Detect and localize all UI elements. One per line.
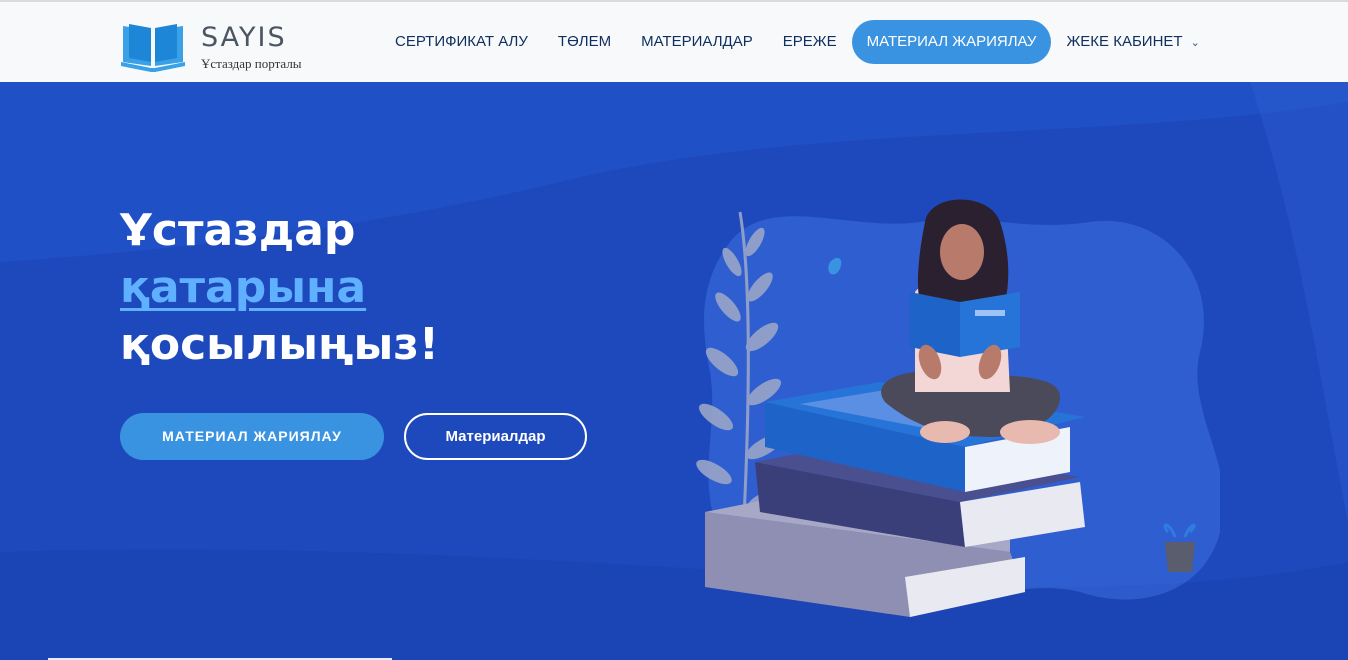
- nav-item-rules[interactable]: ЕРЕЖЕ: [768, 20, 852, 64]
- brand-name: SAYIS: [201, 22, 287, 53]
- nav-item-certificate[interactable]: СЕРТИФИКАТ АЛУ: [380, 20, 543, 64]
- hero-section: Ұстаздар қатарына қосылыңыз! МАТЕРИАЛ ЖА…: [0, 82, 1348, 660]
- nav-item-personal-cabinet-label: ЖЕКЕ КАБИНЕТ: [1066, 33, 1183, 50]
- headline-line-2-highlight: қатарына: [120, 262, 367, 313]
- chevron-down-icon: ⌄: [1190, 37, 1200, 49]
- open-book-icon: [121, 24, 185, 72]
- headline-line-1: Ұстаздар: [120, 205, 356, 256]
- site-header: SAYIS Ұстаздар порталы СЕРТИФИКАТ АЛУ ТӨ…: [0, 2, 1348, 82]
- woman-reading-on-books-illustration: [696, 199, 1220, 617]
- main-navigation: СЕРТИФИКАТ АЛУ ТӨЛЕМ МАТЕРИАЛДАР ЕРЕЖЕ М…: [380, 20, 1215, 64]
- hero-headline: Ұстаздар қатарына қосылыңыз!: [120, 202, 439, 373]
- materials-button[interactable]: Материалдар: [404, 413, 587, 460]
- brand-subtitle: Ұстаздар порталы: [201, 56, 302, 71]
- nav-item-personal-cabinet[interactable]: ЖЕКЕ КАБИНЕТ ⌄: [1051, 20, 1214, 64]
- nav-item-payment[interactable]: ТӨЛЕМ: [543, 20, 626, 64]
- nav-item-materials[interactable]: МАТЕРИАЛДАР: [626, 20, 768, 64]
- headline-line-3: қосылыңыз!: [120, 319, 439, 370]
- publish-material-button[interactable]: МАТЕРИАЛ ЖАРИЯЛАУ: [120, 413, 384, 460]
- nav-item-publish-material[interactable]: МАТЕРИАЛ ЖАРИЯЛАУ: [851, 20, 1052, 64]
- brand-logo[interactable]: SAYIS Ұстаздар порталы: [119, 20, 319, 74]
